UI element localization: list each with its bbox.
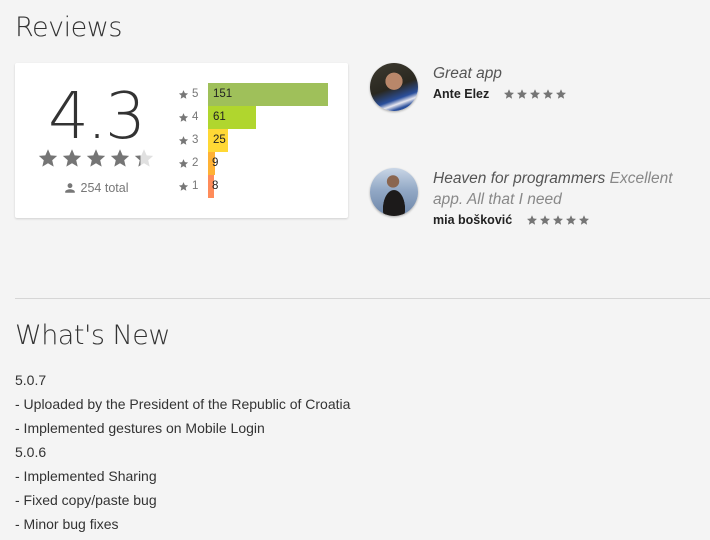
histogram-count: 8	[212, 180, 219, 192]
star-icon	[62, 149, 82, 167]
histogram-star-label: 4	[178, 106, 204, 129]
histogram-count: 61	[213, 111, 226, 123]
star-icon	[178, 182, 189, 191]
histogram-star-value: 4	[192, 111, 199, 123]
histogram-star-label: 3	[178, 129, 204, 152]
section-divider	[15, 298, 710, 299]
histogram-row: 4 61	[178, 106, 348, 129]
star-icon	[178, 136, 189, 145]
person-icon	[64, 183, 75, 193]
star-icon	[178, 113, 189, 122]
total-ratings: 254 total	[15, 181, 177, 195]
star-icon	[504, 89, 515, 99]
average-rating: 4.3	[48, 80, 146, 154]
histogram-count: 25	[213, 134, 226, 146]
star-icon	[110, 149, 130, 167]
histogram-count: 9	[212, 157, 219, 169]
star-icon	[527, 215, 538, 225]
star-icon	[543, 89, 554, 99]
whats-new-heading: What's New	[15, 320, 170, 351]
star-icon	[178, 90, 189, 99]
review-title: Heaven for programmers	[433, 170, 606, 187]
total-ratings-label: 254 total	[80, 181, 129, 195]
star-icon	[530, 89, 541, 99]
histogram-star-value: 1	[192, 180, 199, 192]
star-icon	[38, 149, 58, 167]
star-icon	[553, 215, 564, 225]
histogram-star-label: 1	[178, 175, 204, 198]
histogram-row: 3 25	[178, 129, 348, 152]
release-note-line: - Uploaded by the President of the Repub…	[15, 396, 351, 412]
reviews-heading: Reviews	[15, 12, 122, 43]
histogram-star-value: 3	[192, 134, 199, 146]
average-rating-stars	[37, 147, 157, 169]
review-author[interactable]: mia bošković	[433, 210, 512, 230]
release-note-line: - Minor bug fixes	[15, 516, 119, 532]
histogram-row: 5 151	[178, 83, 348, 106]
reviewer-avatar[interactable]	[370, 63, 418, 111]
histogram-star-label: 2	[178, 152, 204, 175]
star-icon	[556, 89, 567, 99]
histogram-star-value: 2	[192, 157, 199, 169]
release-note-line: - Implemented gestures on Mobile Login	[15, 420, 265, 436]
star-icon	[566, 215, 577, 225]
histogram-star-value: 5	[192, 88, 199, 100]
review-author[interactable]: Ante Elez	[433, 84, 489, 104]
star-icon	[134, 149, 154, 167]
star-icon	[178, 159, 189, 168]
review-rating-stars	[526, 214, 590, 226]
star-icon	[579, 215, 590, 225]
release-note-line: 5.0.6	[15, 444, 47, 460]
rating-summary-card: 4.3 254 total 5 151 4 61 3 25 2 9 1 8	[15, 63, 348, 218]
rating-histogram: 5 151 4 61 3 25 2 9 1 8	[178, 83, 348, 198]
release-note-line: 5.0.7	[15, 372, 47, 388]
review-rating-stars	[503, 88, 567, 100]
reviewer-avatar[interactable]	[370, 168, 418, 216]
release-notes: 5.0.7 - Uploaded by the President of the …	[15, 368, 350, 536]
histogram-row: 1 8	[178, 175, 348, 198]
review-title: Great app	[433, 65, 502, 82]
release-note-line: - Implemented Sharing	[15, 468, 157, 484]
star-icon	[517, 89, 528, 99]
histogram-star-label: 5	[178, 83, 204, 106]
histogram-row: 2 9	[178, 152, 348, 175]
star-icon	[540, 215, 551, 225]
star-icon	[86, 149, 106, 167]
release-note-line: - Fixed copy/paste bug	[15, 492, 157, 508]
histogram-count: 151	[213, 88, 233, 100]
